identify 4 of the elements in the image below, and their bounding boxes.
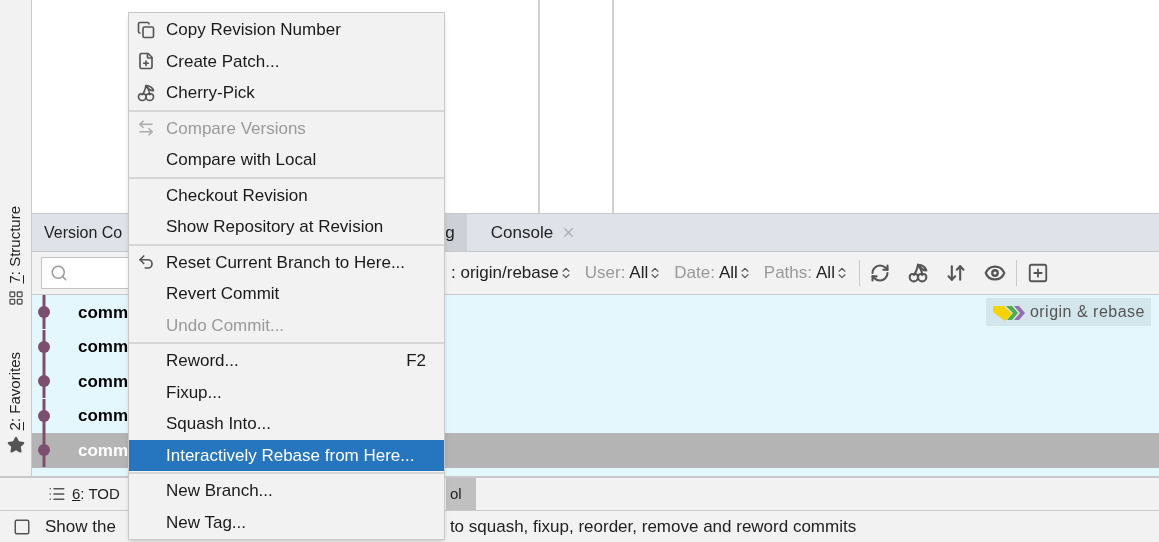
branch-label: origin & rebase — [985, 298, 1151, 327]
status-text: to squash, fixup, reorder, remove and reword commits — [449, 515, 857, 538]
status-text: Show the — [45, 515, 116, 538]
tool-window-title: Version Co — [44, 222, 123, 243]
